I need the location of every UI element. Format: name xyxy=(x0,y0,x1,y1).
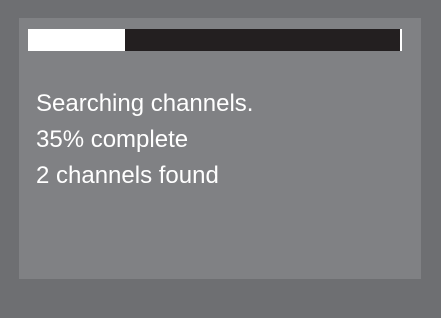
tv-scan-screen: { "colors": { "bezel": "#6e6f72", "panel… xyxy=(0,0,441,318)
scan-progress-bar xyxy=(28,29,402,51)
channels-found-text: 2 channels found xyxy=(36,162,219,189)
scan-status: Searching channels. 35% complete 2 chann… xyxy=(36,86,253,194)
scan-progress-fill xyxy=(28,29,125,51)
percent-complete-text: 35% complete xyxy=(36,126,189,153)
channel-scan-panel: Searching channels. 35% complete 2 chann… xyxy=(19,18,421,279)
searching-text: Searching channels. xyxy=(36,90,254,117)
